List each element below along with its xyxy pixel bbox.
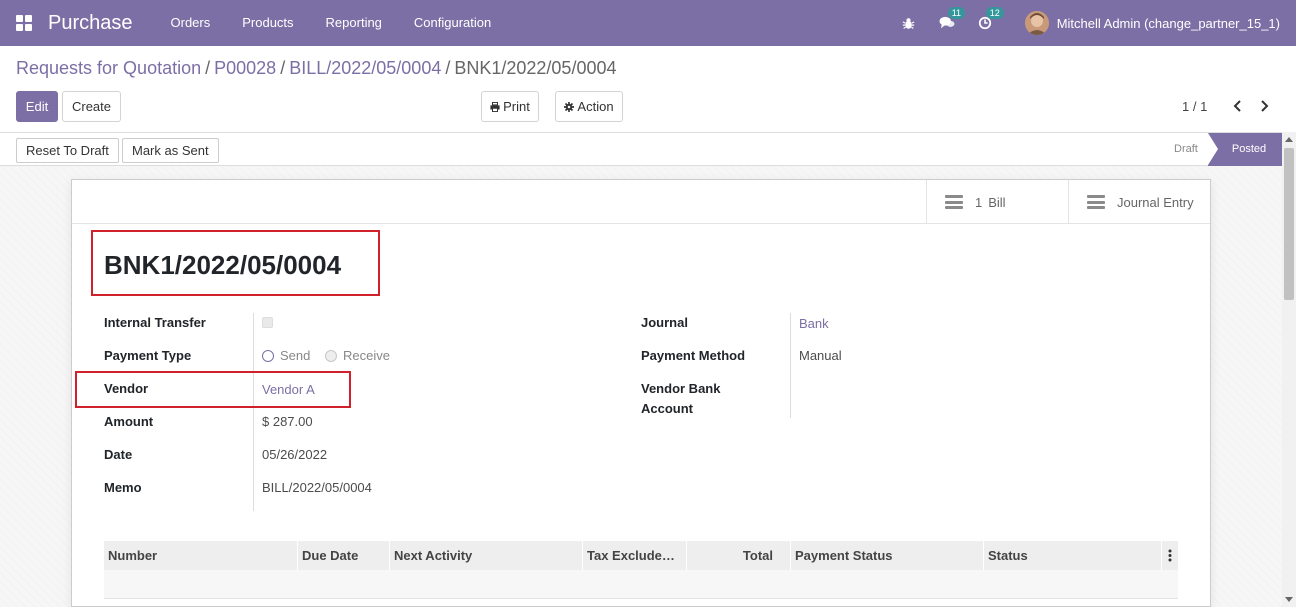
field-separator [790, 313, 791, 418]
memo-value: BILL/2022/05/0004 [262, 480, 372, 495]
breadcrumb-po[interactable]: P00028 [214, 58, 276, 79]
create-button[interactable]: Create [62, 91, 121, 122]
payment-type-send-label: Send [280, 348, 311, 363]
messages-badge: 11 [947, 7, 966, 19]
journal-entry-smart-button[interactable]: Journal Entry [1068, 180, 1210, 224]
field-separator [253, 313, 254, 511]
vendor-bank-account-label-line1: Vendor Bank [641, 381, 721, 396]
form-sheet: 1 Bill Journal Entry BNK1/2022/05/0004 I… [71, 179, 1211, 607]
vendor-bank-account-label-line2: Account [641, 401, 693, 416]
payment-type-label: Payment Type [104, 348, 192, 363]
list-icon [945, 195, 963, 209]
journal-entry-label: Journal Entry [1117, 194, 1194, 210]
chevron-right-icon[interactable] [1256, 96, 1272, 116]
bill-label: Bill [988, 194, 1006, 210]
payment-type-receive-label: Receive [343, 348, 390, 363]
pager-value[interactable]: 1 / 1 [1182, 99, 1207, 114]
bug-icon[interactable] [901, 15, 917, 31]
title-highlight-box [91, 230, 380, 296]
stage-draft: Draft [1174, 143, 1198, 155]
column-payment-status[interactable]: Payment Status [791, 541, 984, 570]
internal-transfer-label: Internal Transfer [104, 315, 206, 330]
action-label: Action [577, 99, 614, 114]
scroll-thumb[interactable] [1284, 148, 1294, 300]
bill-count: 1 [975, 194, 983, 210]
breadcrumb-rfq[interactable]: Requests for Quotation [16, 58, 201, 79]
payment-method-value: Manual [799, 348, 842, 363]
user-name[interactable]: Mitchell Admin (change_partner_15_1) [1057, 16, 1280, 31]
column-tax-excluded[interactable]: Tax Exclude… [583, 541, 687, 570]
reset-to-draft-button[interactable]: Reset To Draft [16, 138, 119, 163]
breadcrumb-bill[interactable]: BILL/2022/05/0004 [289, 58, 441, 79]
breadcrumb-separator: / [445, 58, 451, 78]
menu-configuration[interactable]: Configuration [398, 0, 507, 46]
column-status[interactable]: Status [984, 541, 1162, 570]
activities-badge: 12 [985, 7, 1004, 19]
payment-type-send-radio[interactable] [262, 350, 274, 362]
journal-link[interactable]: Bank [799, 316, 829, 331]
activity-clock-icon[interactable]: 12 [977, 7, 1004, 31]
breadcrumb: Requests for Quotation / P00028 / BILL/2… [16, 58, 617, 79]
amount-value: $ 287.00 [262, 414, 313, 429]
breadcrumb-current: BNK1/2022/05/0004 [454, 58, 617, 78]
print-icon [490, 101, 500, 112]
breadcrumb-separator: / [205, 58, 211, 78]
column-due-date[interactable]: Due Date [298, 541, 390, 570]
menu-products[interactable]: Products [226, 0, 309, 46]
scrollbar[interactable] [1282, 132, 1296, 607]
internal-transfer-checkbox[interactable] [262, 317, 273, 328]
print-label: Print [503, 99, 530, 114]
column-next-activity[interactable]: Next Activity [390, 541, 583, 570]
column-number[interactable]: Number [104, 541, 298, 570]
payment-type-receive-radio[interactable] [325, 350, 337, 362]
scroll-down-icon[interactable] [1285, 597, 1293, 602]
payment-method-label: Payment Method [641, 348, 746, 363]
mark-as-sent-button[interactable]: Mark as Sent [122, 138, 219, 163]
top-navbar: Purchase Orders Products Reporting Confi… [0, 0, 1296, 46]
action-button[interactable]: Action [555, 91, 623, 122]
memo-label: Memo [104, 480, 142, 495]
stage-posted: Posted [1208, 133, 1282, 166]
column-total[interactable]: Total [687, 541, 791, 570]
amount-label: Amount [104, 414, 154, 429]
status-bar: Reset To Draft Mark as Sent Draft Posted [0, 132, 1296, 166]
app-name[interactable]: Purchase [48, 12, 133, 35]
messages-icon[interactable]: 11 [939, 7, 966, 31]
menu-reporting[interactable]: Reporting [310, 0, 398, 46]
list-icon [1087, 195, 1105, 209]
edit-button[interactable]: Edit [16, 91, 58, 122]
menu-orders[interactable]: Orders [155, 0, 227, 46]
chevron-left-icon[interactable] [1229, 96, 1245, 116]
date-value: 05/26/2022 [262, 447, 328, 462]
table-header: Number Due Date Next Activity Tax Exclud… [104, 541, 1178, 570]
bill-smart-button[interactable]: 1 Bill [926, 180, 1068, 224]
avatar[interactable] [1024, 11, 1049, 35]
vendor-highlight-box [75, 371, 351, 408]
scroll-up-icon[interactable] [1285, 137, 1293, 142]
table-row [104, 570, 1178, 599]
date-label: Date [104, 447, 133, 462]
gear-icon [564, 101, 575, 112]
print-button[interactable]: Print [481, 91, 539, 122]
breadcrumb-separator: / [280, 58, 286, 78]
column-options-icon[interactable] [1168, 549, 1174, 562]
smart-button-box: 1 Bill Journal Entry [72, 180, 1210, 224]
apps-menu-icon[interactable] [16, 15, 32, 31]
journal-label: Journal [641, 315, 688, 330]
